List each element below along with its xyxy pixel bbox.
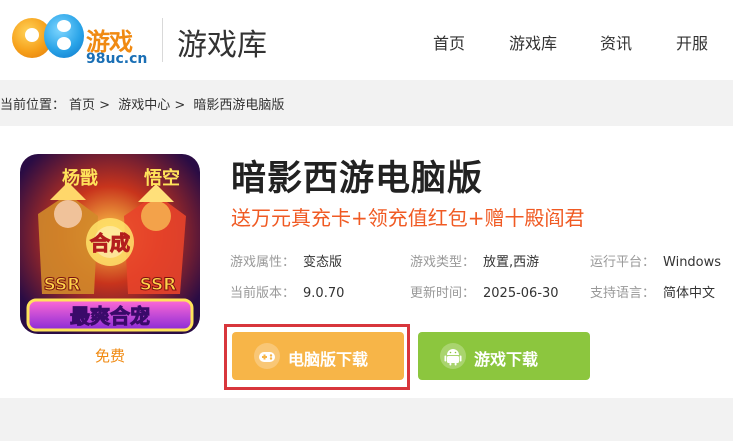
attr-value: 2025-06-30 bbox=[483, 286, 559, 301]
attr-value: Windows bbox=[663, 255, 722, 270]
nav-game-library[interactable]: 游戏库 bbox=[509, 30, 557, 54]
logo-domain: 98uc.cn bbox=[86, 51, 148, 67]
breadcrumb-separator: > bbox=[174, 98, 186, 113]
game-detail-card: 杨戬 悟空 合成 SSR SSR 最爽合宠 免费 暗影西游电脑版 送万元真充卡+… bbox=[0, 126, 733, 398]
attr-value: 放置,西游 bbox=[483, 255, 540, 270]
logo-eight-mark bbox=[44, 14, 84, 58]
nav-news[interactable]: 资讯 bbox=[600, 30, 632, 54]
breadcrumb-home[interactable]: 首页 bbox=[69, 98, 95, 113]
attr-game-property: 游戏属性： 变态版 bbox=[230, 251, 342, 270]
attr-value: 9.0.70 bbox=[303, 286, 345, 301]
game-promo-text: 送万元真充卡+领充值红包+赠十殿阎君 bbox=[231, 206, 585, 230]
attr-value: 简体中文 bbox=[663, 286, 716, 301]
highlight-outline bbox=[224, 324, 410, 390]
game-download-button[interactable]: 游戏下载 bbox=[418, 332, 590, 380]
breadcrumb-current: 暗影西游电脑版 bbox=[193, 98, 285, 113]
attr-label: 支持语言： bbox=[590, 286, 656, 301]
game-icon[interactable]: 杨戬 悟空 合成 SSR SSR 最爽合宠 bbox=[20, 154, 200, 334]
breadcrumb-prefix: 当前位置： bbox=[0, 98, 66, 113]
header-divider bbox=[162, 18, 163, 62]
icon-text-ssr-left: SSR bbox=[44, 275, 81, 295]
android-icon bbox=[440, 343, 466, 369]
icon-text-hecheng: 合成 bbox=[90, 231, 130, 255]
game-title: 暗影西游电脑版 bbox=[231, 159, 484, 199]
icon-text-wukong: 悟空 bbox=[144, 167, 180, 189]
breadcrumb-game-center[interactable]: 游戏中心 bbox=[118, 98, 170, 113]
breadcrumb: 当前位置： 首页 > 游戏中心 > 暗影西游电脑版 bbox=[0, 94, 288, 113]
attr-label: 运行平台： bbox=[590, 255, 656, 270]
attr-label: 更新时间： bbox=[410, 286, 476, 301]
attr-value: 变态版 bbox=[303, 255, 343, 270]
attr-label: 游戏类型： bbox=[410, 255, 476, 270]
site-logo[interactable]: 游戏 98uc.cn bbox=[10, 12, 150, 68]
game-download-label: 游戏下载 bbox=[474, 350, 539, 369]
attr-version: 当前版本： 9.0.70 bbox=[230, 282, 344, 301]
attr-update-time: 更新时间： 2025-06-30 bbox=[410, 282, 559, 301]
nav-server-open[interactable]: 开服 bbox=[676, 30, 708, 54]
attr-label: 当前版本： bbox=[230, 286, 296, 301]
attr-platform: 运行平台： Windows bbox=[590, 251, 721, 270]
page-section-title: 游戏库 bbox=[177, 28, 267, 63]
site-header: 游戏 98uc.cn 游戏库 首页 游戏库 资讯 开服 bbox=[0, 0, 733, 80]
icon-text-banner: 最爽合宠 bbox=[70, 304, 150, 328]
price-label: 免费 bbox=[94, 347, 125, 365]
attr-game-type: 游戏类型： 放置,西游 bbox=[410, 251, 539, 270]
icon-text-ssr-right: SSR bbox=[140, 275, 177, 295]
icon-text-yangjian: 杨戬 bbox=[62, 167, 98, 189]
breadcrumb-separator: > bbox=[99, 98, 111, 113]
attr-label: 游戏属性： bbox=[230, 255, 296, 270]
nav-home[interactable]: 首页 bbox=[433, 30, 465, 54]
attr-language: 支持语言： 简体中文 bbox=[590, 282, 715, 301]
